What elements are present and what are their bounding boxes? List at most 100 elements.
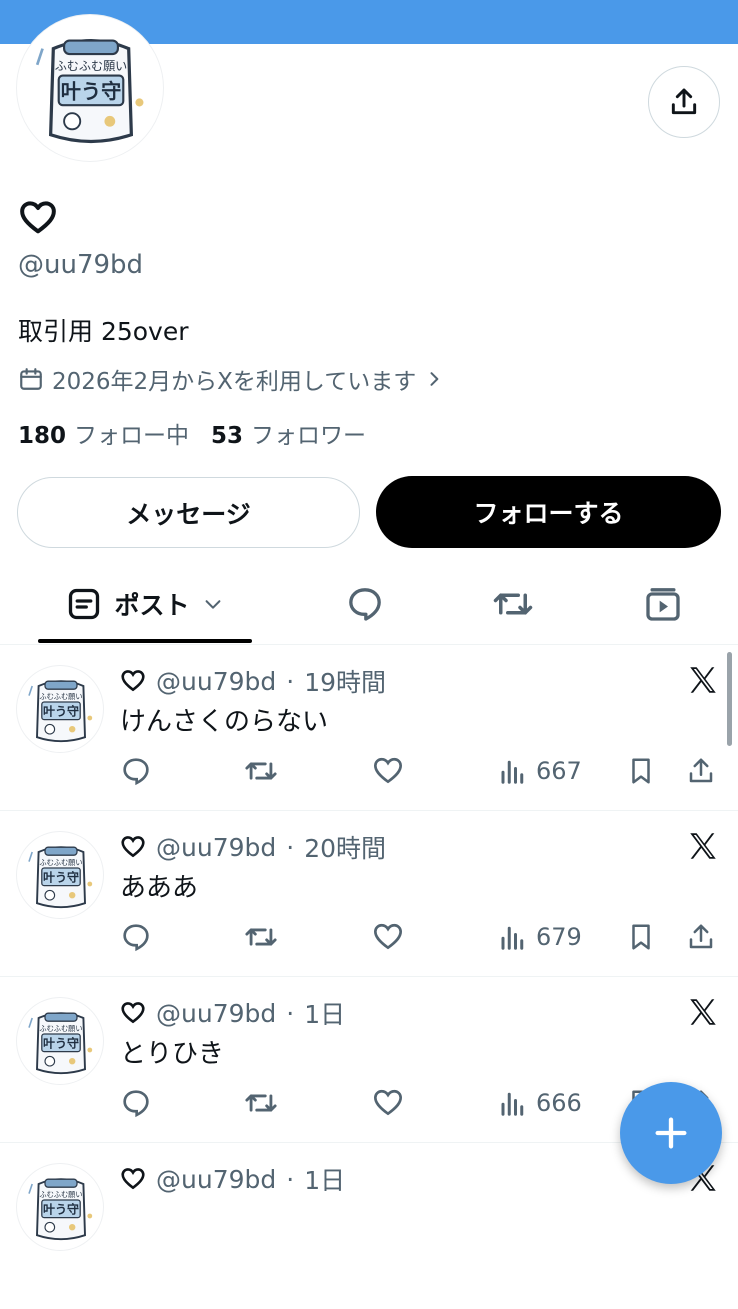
post-meta: @uu79bd · 19時間 bbox=[120, 663, 386, 699]
like-button[interactable] bbox=[372, 1083, 404, 1123]
calendar-icon bbox=[20, 368, 42, 390]
chevron-right-icon bbox=[430, 372, 439, 386]
amulet-illustration bbox=[22, 20, 160, 158]
post-avatar[interactable] bbox=[16, 831, 104, 919]
post-text: とりひき bbox=[120, 1039, 225, 1069]
post-separator: · bbox=[286, 832, 295, 862]
post-meta: @uu79bd · 1日 bbox=[120, 995, 345, 1031]
post-share-button[interactable] bbox=[686, 751, 716, 791]
amulet-illustration bbox=[20, 835, 102, 917]
like-button[interactable] bbox=[372, 751, 404, 791]
heart-outline-icon bbox=[121, 1168, 145, 1190]
chevron-down-icon bbox=[205, 600, 220, 609]
post-handle[interactable]: @uu79bd bbox=[156, 999, 276, 1028]
repost-button[interactable] bbox=[244, 751, 278, 791]
post-avatar[interactable] bbox=[16, 1163, 104, 1251]
reply-icon bbox=[123, 758, 149, 786]
repost-icon bbox=[245, 1094, 277, 1112]
share-icon bbox=[689, 758, 713, 783]
profile-bio: 取引用 25over bbox=[18, 317, 189, 346]
follow-button[interactable]: フォローする bbox=[376, 476, 721, 548]
message-button[interactable]: メッセージ bbox=[17, 477, 360, 548]
tab-posts-label: ポスト bbox=[114, 591, 190, 620]
post-actions: 679 bbox=[120, 917, 730, 957]
scrollbar[interactable] bbox=[727, 652, 732, 746]
repost-button[interactable] bbox=[244, 1083, 278, 1123]
repost-icon bbox=[493, 593, 533, 615]
post-handle[interactable]: @uu79bd bbox=[156, 667, 276, 696]
views-button[interactable]: 679 bbox=[498, 917, 582, 957]
heart-outline-icon bbox=[121, 836, 145, 858]
views-count: 666 bbox=[536, 1089, 582, 1117]
reply-icon bbox=[123, 924, 149, 952]
post-time[interactable]: 19時間 bbox=[304, 663, 386, 699]
post-meta: @uu79bd · 1日 bbox=[120, 1161, 345, 1197]
profile-handle: @uu79bd bbox=[18, 250, 144, 280]
tab-reposts[interactable] bbox=[478, 564, 548, 644]
amulet-illustration bbox=[20, 1001, 102, 1083]
compose-post-button[interactable] bbox=[620, 1082, 722, 1184]
post-time[interactable]: 1日 bbox=[304, 995, 345, 1031]
post-separator: · bbox=[286, 1164, 295, 1194]
reply-button[interactable] bbox=[120, 751, 152, 791]
reply-icon bbox=[123, 1090, 149, 1118]
post-avatar[interactable] bbox=[16, 665, 104, 753]
profile-avatar[interactable] bbox=[16, 14, 164, 162]
reply-icon bbox=[349, 588, 381, 621]
tab-posts[interactable]: ポスト bbox=[38, 564, 252, 644]
joined-date[interactable]: 2026年2月からXを利用しています bbox=[18, 362, 444, 396]
x-logo-icon bbox=[690, 999, 716, 1025]
post-handle[interactable]: @uu79bd bbox=[156, 1165, 276, 1194]
repost-button[interactable] bbox=[244, 917, 278, 957]
views-button[interactable]: 667 bbox=[498, 751, 582, 791]
heart-outline-icon bbox=[121, 1002, 145, 1024]
bookmark-button[interactable] bbox=[626, 751, 656, 791]
heart-outline-icon bbox=[121, 670, 145, 692]
like-button[interactable] bbox=[372, 917, 404, 957]
joined-text: 2026年2月からXを利用しています bbox=[52, 369, 417, 395]
follow-stats: 180 フォロー中 53 フォロワー bbox=[18, 416, 366, 450]
post-share-button[interactable] bbox=[686, 917, 716, 957]
bookmark-icon bbox=[632, 924, 650, 950]
views-button[interactable]: 666 bbox=[498, 1083, 582, 1123]
tab-replies[interactable] bbox=[330, 564, 400, 644]
post-handle[interactable]: @uu79bd bbox=[156, 833, 276, 862]
reply-button[interactable] bbox=[120, 917, 152, 957]
heart-icon bbox=[373, 923, 403, 950]
tab-media[interactable] bbox=[628, 564, 698, 644]
heart-outline-icon bbox=[20, 201, 56, 234]
post-time[interactable]: 1日 bbox=[304, 1161, 345, 1197]
post-text: けんさくのらない bbox=[120, 707, 329, 737]
followers-label: フォロワー bbox=[251, 423, 367, 449]
post-avatar[interactable] bbox=[16, 997, 104, 1085]
amulet-illustration bbox=[20, 1167, 102, 1249]
post-separator: · bbox=[286, 666, 295, 696]
active-tab-indicator bbox=[38, 639, 252, 643]
display-name bbox=[18, 198, 58, 242]
posts-icon bbox=[69, 588, 100, 620]
post-meta: @uu79bd · 20時間 bbox=[120, 829, 386, 865]
x-logo-icon bbox=[690, 833, 716, 859]
amulet-illustration bbox=[20, 669, 102, 751]
reply-button[interactable] bbox=[120, 1083, 152, 1123]
media-icon bbox=[646, 588, 680, 621]
views-count: 667 bbox=[536, 757, 582, 785]
post-item[interactable]: @uu79bd · 1日 bbox=[0, 1143, 738, 1309]
heart-icon bbox=[373, 1089, 403, 1116]
share-icon bbox=[671, 88, 697, 115]
following-link[interactable]: 180 フォロー中 bbox=[18, 416, 189, 450]
plus-icon bbox=[655, 1117, 687, 1149]
views-count: 679 bbox=[536, 923, 582, 951]
followers-link[interactable]: 53 フォロワー bbox=[211, 416, 366, 450]
share-icon bbox=[689, 924, 713, 949]
analytics-icon bbox=[501, 760, 524, 784]
followers-count: 53 bbox=[211, 423, 244, 449]
heart-icon bbox=[373, 757, 403, 784]
post-time[interactable]: 20時間 bbox=[304, 829, 386, 865]
repost-icon bbox=[245, 928, 277, 946]
post-separator: · bbox=[286, 998, 295, 1028]
post-item[interactable]: @uu79bd · 20時間 あああ 679 bbox=[0, 811, 738, 977]
post-item[interactable]: @uu79bd · 19時間 けんさくのらない 667 bbox=[0, 645, 738, 811]
share-profile-button[interactable] bbox=[648, 66, 720, 138]
bookmark-button[interactable] bbox=[626, 917, 656, 957]
